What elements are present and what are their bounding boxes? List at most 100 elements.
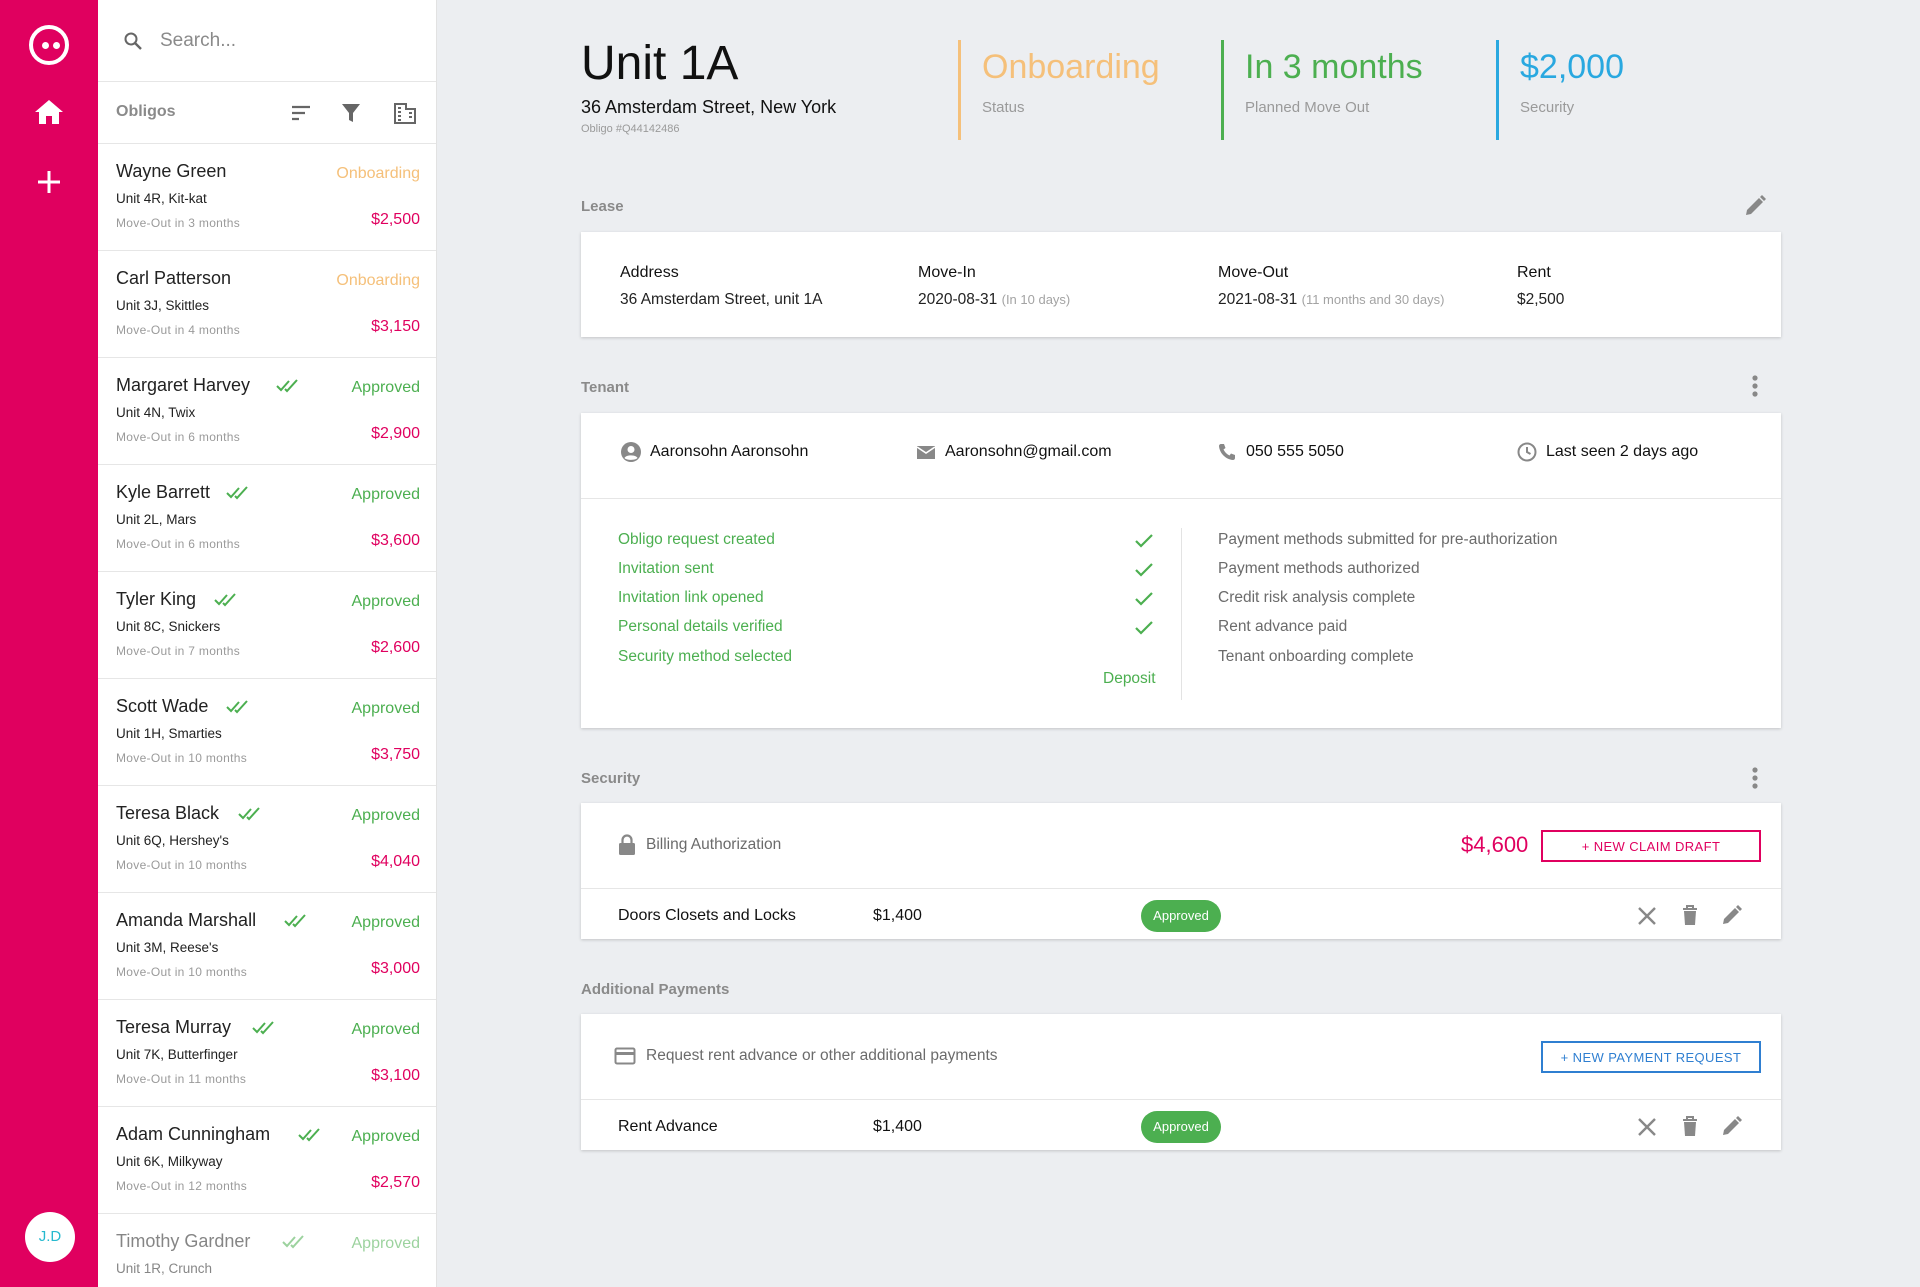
double-check-icon bbox=[298, 1128, 320, 1142]
lease-address-value: 36 Amsterdam Street, unit 1A bbox=[620, 291, 823, 308]
move-out-col-value: 2021-08-31 (11 months and 30 days) bbox=[1218, 291, 1444, 309]
account-icon bbox=[621, 442, 641, 462]
close-icon[interactable] bbox=[1635, 1115, 1659, 1139]
security-stat: $2,000 Security bbox=[1496, 40, 1624, 140]
pending-step: Payment methods submitted for pre-author… bbox=[1218, 531, 1558, 548]
list-item-amount: $3,000 bbox=[371, 960, 420, 977]
sort-icon[interactable] bbox=[288, 100, 314, 126]
list-item-status: Approved bbox=[351, 593, 421, 610]
lease-section-title: Lease bbox=[581, 198, 624, 215]
security-section-title: Security bbox=[581, 770, 641, 787]
list-item-status: Approved bbox=[351, 486, 421, 503]
tenant-name: Aaronsohn Aaronsohn bbox=[621, 442, 808, 462]
list-item[interactable]: Kyle Barrett Unit 2L, Mars Move-Out in 6 m… bbox=[98, 465, 436, 572]
home-icon[interactable] bbox=[34, 98, 64, 126]
list-item-amount: $2,600 bbox=[371, 639, 420, 656]
payment-request-prompt: Request rent advance or other additional… bbox=[646, 1047, 998, 1064]
security-claim-row[interactable]: Doors Closets and Locks $1,400 Approved bbox=[581, 890, 1781, 942]
email-icon bbox=[916, 446, 936, 459]
move-in-date: 2020-08-31 bbox=[918, 291, 998, 308]
credit-card-icon bbox=[614, 1047, 636, 1065]
double-check-icon bbox=[276, 379, 298, 393]
list-item-name: Teresa Black bbox=[116, 803, 220, 823]
list-item-name: Teresa Murray bbox=[116, 1017, 232, 1037]
status-badge: Approved bbox=[1141, 900, 1221, 932]
filter-icon[interactable] bbox=[338, 100, 364, 126]
list-item-move-out: Move-Out in 10 months bbox=[116, 858, 248, 872]
list-item-unit: Unit 2L, Mars bbox=[116, 512, 197, 527]
status-badge: Approved bbox=[1141, 1111, 1221, 1143]
list-item-unit: Unit 1R, Crunch bbox=[116, 1261, 213, 1276]
list-item-move-out: Move-Out in 6 months bbox=[116, 430, 241, 444]
check-icon bbox=[1135, 621, 1153, 635]
tenant-card: Aaronsohn Aaronsohn Aaronsohn@gmail.com … bbox=[581, 413, 1781, 728]
move-in-label: Move-In bbox=[918, 264, 976, 281]
edit-icon[interactable] bbox=[1742, 193, 1768, 219]
list-item[interactable]: Adam Cunningham Unit 6K, Milkyway Move-Out… bbox=[98, 1107, 436, 1214]
move-out-col-label: Move-Out bbox=[1218, 264, 1289, 281]
list-item[interactable]: Teresa Murray Unit 7K, Butterfinger Move-O… bbox=[98, 1000, 436, 1107]
delete-icon[interactable] bbox=[1678, 1114, 1702, 1138]
tenant-email[interactable]: Aaronsohn@gmail.com bbox=[916, 443, 1112, 461]
more-vert-icon[interactable] bbox=[1742, 373, 1768, 399]
search-input[interactable] bbox=[160, 26, 410, 56]
double-check-icon bbox=[226, 486, 248, 500]
check-icon bbox=[1135, 592, 1153, 606]
list-item-name: Kyle Barrett bbox=[116, 482, 211, 502]
delete-icon[interactable] bbox=[1678, 903, 1702, 927]
check-icon bbox=[1135, 563, 1153, 577]
list-item-status: Approved bbox=[351, 700, 421, 717]
payment-name: Rent Advance bbox=[618, 1118, 718, 1135]
security-label: Security bbox=[1520, 99, 1575, 116]
list-item-move-out: Move-Out in 4 months bbox=[116, 323, 241, 337]
list-item-amount: $2,570 bbox=[371, 1174, 420, 1191]
edit-icon[interactable] bbox=[1720, 1114, 1744, 1138]
lease-address: Address 36 Amsterdam Street, unit 1A bbox=[620, 264, 822, 309]
list-item-name: Wayne Green bbox=[116, 161, 227, 181]
add-icon[interactable] bbox=[35, 168, 63, 196]
completed-step: Invitation link opened bbox=[618, 589, 764, 606]
user-avatar[interactable]: J.D bbox=[25, 1212, 75, 1262]
obligo-list-panel: Obligos Wayne Green Unit 4R, Kit-kat Move-… bbox=[98, 0, 437, 1287]
tenant-phone-text: 050 555 5050 bbox=[1246, 443, 1344, 460]
building-icon[interactable] bbox=[392, 100, 418, 126]
list-item[interactable]: Timothy Gardner Unit 1R, Crunch Approved bbox=[98, 1214, 436, 1287]
move-out-note: (11 months and 30 days) bbox=[1301, 292, 1445, 307]
list-item[interactable]: Carl Patterson Unit 3J, Skittles Move-Out … bbox=[98, 251, 436, 358]
list-item-move-out: Move-Out in 6 months bbox=[116, 537, 241, 551]
list-item[interactable]: Amanda Marshall Unit 3M, Reese's Move-Out … bbox=[98, 893, 436, 1000]
payment-row[interactable]: Rent Advance $1,400 Approved bbox=[581, 1101, 1781, 1153]
more-vert-icon[interactable] bbox=[1742, 765, 1768, 791]
close-icon[interactable] bbox=[1635, 904, 1659, 928]
completed-step: Security method selected bbox=[618, 648, 793, 665]
lease-card: Address 36 Amsterdam Street, unit 1A Mov… bbox=[581, 232, 1781, 337]
tenant-last-seen-text: Last seen 2 days ago bbox=[1546, 443, 1699, 460]
security-value: $2,000 bbox=[1520, 48, 1624, 86]
list-item-name: Timothy Gardner bbox=[116, 1231, 251, 1251]
list-item[interactable]: Teresa Black Unit 6Q, Hershey's Move-Out i… bbox=[98, 786, 436, 893]
list-item[interactable]: Scott Wade Unit 1H, Smarties Move-Out in 1… bbox=[98, 679, 436, 786]
list-item[interactable]: Tyler King Unit 8C, Snickers Move-Out in 7… bbox=[98, 572, 436, 679]
list-item-move-out: Move-Out in 12 months bbox=[116, 1179, 248, 1193]
new-claim-draft-button[interactable]: + NEW CLAIM DRAFT bbox=[1541, 830, 1761, 862]
status-label: Status bbox=[982, 99, 1025, 116]
lease-move-in: Move-In 2020-08-31 (In 10 days) bbox=[918, 264, 1070, 309]
claim-name: Doors Closets and Locks bbox=[618, 907, 796, 924]
new-payment-request-button[interactable]: + NEW PAYMENT REQUEST bbox=[1541, 1041, 1761, 1073]
list-item-unit: Unit 8C, Snickers bbox=[116, 619, 221, 634]
edit-icon[interactable] bbox=[1720, 903, 1744, 927]
lease-move-out: Move-Out 2021-08-31 (11 months and 30 da… bbox=[1218, 264, 1444, 309]
rent-label: Rent bbox=[1517, 264, 1551, 281]
list-item-amount: $3,750 bbox=[371, 746, 420, 763]
page-title: Unit 1A bbox=[581, 37, 739, 90]
status-stat: Onboarding Status bbox=[958, 40, 1160, 140]
tenant-phone[interactable]: 050 555 5050 bbox=[1219, 443, 1344, 461]
double-check-icon bbox=[252, 1021, 274, 1035]
list-item[interactable]: Margaret Harvey Unit 4N, Twix Move-Out in … bbox=[98, 358, 436, 465]
list-item-unit: Unit 3M, Reese's bbox=[116, 940, 219, 955]
app-logo-icon[interactable] bbox=[29, 25, 69, 65]
tenant-section-title: Tenant bbox=[581, 379, 630, 396]
double-check-icon bbox=[214, 593, 236, 607]
list-item[interactable]: Wayne Green Unit 4R, Kit-kat Move-Out in 3… bbox=[98, 144, 436, 251]
list-item-move-out: Move-Out in 10 months bbox=[116, 965, 248, 979]
